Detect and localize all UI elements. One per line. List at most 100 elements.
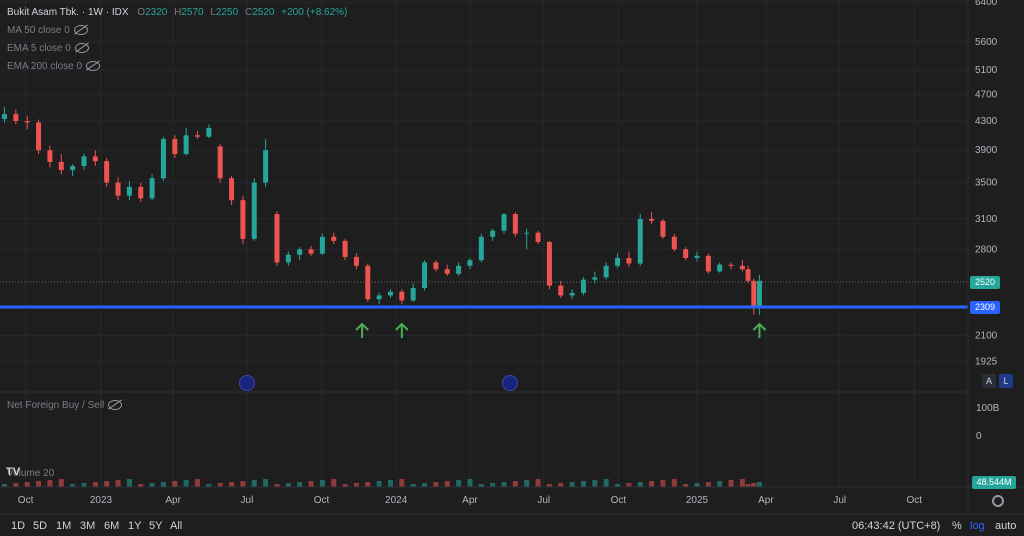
- candle-body: [717, 264, 723, 272]
- candle-body: [422, 262, 428, 289]
- candle-body: [251, 182, 257, 239]
- indicator-label: EMA 5 close 0: [7, 43, 71, 54]
- auto-scale-button[interactable]: A: [982, 374, 996, 388]
- candle-body: [433, 262, 439, 270]
- candle-body: [81, 156, 87, 166]
- candle-body: [660, 220, 666, 237]
- candle-body: [626, 257, 632, 264]
- candle-body: [206, 128, 212, 137]
- candle-body: [456, 265, 462, 274]
- clock-time[interactable]: 06:43:42 (UTC+8): [852, 520, 940, 532]
- high-value: 2570: [181, 7, 204, 18]
- candle-body: [739, 265, 745, 270]
- range-1d[interactable]: 1D: [11, 520, 25, 532]
- time-tick-label: Jul: [833, 495, 846, 506]
- range-1m[interactable]: 1M: [56, 520, 71, 532]
- candle-body: [558, 285, 564, 296]
- volume-bar: [637, 482, 643, 487]
- candle-body: [138, 186, 144, 199]
- candle-body: [728, 264, 734, 266]
- symbol-legend[interactable]: Bukit Asam Tbk. · 1W · IDX O2320 H2570 L…: [7, 7, 347, 18]
- candle-body: [546, 241, 552, 286]
- volume-bar: [149, 483, 155, 487]
- volume-bar: [251, 480, 257, 487]
- candle-body: [478, 236, 484, 261]
- candle-body: [756, 280, 762, 306]
- indicator-ema200[interactable]: EMA 200 close 0: [7, 61, 101, 72]
- support-price-tag[interactable]: 2309: [970, 301, 1000, 314]
- volume-bar: [263, 479, 269, 487]
- percent-toggle[interactable]: %: [952, 520, 962, 532]
- volume-bar: [308, 481, 314, 487]
- volume-bar: [580, 481, 586, 487]
- volume-bar: [626, 483, 632, 487]
- time-tick-label: 2023: [90, 495, 113, 506]
- foreign-axis-0: 0: [976, 431, 982, 442]
- price-tick-label: 3900: [975, 145, 998, 156]
- range-5y[interactable]: 5Y: [149, 520, 162, 532]
- candle-body: [24, 121, 30, 123]
- volume-bar: [172, 481, 178, 487]
- close-value: 2520: [252, 7, 275, 18]
- range-3m[interactable]: 3M: [80, 520, 95, 532]
- time-tick-label: Oct: [314, 495, 330, 506]
- volume-bar: [194, 479, 200, 487]
- volume-bar: [444, 481, 450, 487]
- dividend-event-icon[interactable]: [502, 375, 518, 391]
- symbol-title: Bukit Asam Tbk. · 1W · IDX: [7, 7, 129, 18]
- range-5d[interactable]: 5D: [33, 520, 47, 532]
- volume-bar: [365, 482, 371, 487]
- volume-bar: [705, 482, 711, 487]
- candle-body: [274, 214, 280, 263]
- change-value: +200 (+8.62%): [281, 7, 348, 18]
- eye-hidden-icon[interactable]: [73, 25, 88, 36]
- foreign-axis-100b: 100B: [976, 403, 1000, 414]
- candle-body: [172, 138, 178, 155]
- auto-toggle[interactable]: auto: [995, 520, 1016, 532]
- price-tick-label: 2100: [975, 330, 998, 341]
- volume-bar: [671, 479, 677, 487]
- volume-bar: [524, 480, 530, 487]
- eye-hidden-icon[interactable]: [74, 43, 89, 54]
- candle-body: [126, 186, 132, 196]
- time-tick-label: Jul: [537, 495, 550, 506]
- volume-bar: [456, 480, 462, 487]
- candle-body: [694, 255, 700, 258]
- dividend-event-icon[interactable]: [239, 375, 255, 391]
- price-chart[interactable]: 6400 5600 5100 4700 4300 3900 3500 3100 2800 2100…: [0, 0, 1024, 536]
- price-tick-label: 2800: [975, 244, 998, 255]
- price-tick-label: 4700: [975, 89, 998, 100]
- volume-bar: [104, 481, 110, 487]
- range-6m[interactable]: 6M: [104, 520, 119, 532]
- foreign-flow-legend[interactable]: Net Foreign Buy / Sell: [7, 400, 123, 411]
- candle-body: [240, 200, 246, 239]
- range-1y[interactable]: 1Y: [128, 520, 141, 532]
- volume-bar: [92, 482, 98, 487]
- log-scale-button[interactable]: L: [999, 374, 1013, 388]
- indicator-ema5[interactable]: EMA 5 close 0: [7, 43, 89, 54]
- volume-tag: 48.544M: [972, 476, 1016, 489]
- foreign-flow-label: Net Foreign Buy / Sell: [7, 400, 105, 411]
- volume-bar: [558, 483, 564, 487]
- volume-bar: [36, 481, 42, 487]
- settings-gear-icon[interactable]: [992, 495, 1004, 507]
- candle-body: [524, 232, 530, 234]
- tradingview-logo: TV: [6, 466, 21, 478]
- volume-bar: [229, 482, 235, 487]
- volume-bar: [717, 481, 723, 487]
- log-toggle[interactable]: log: [970, 520, 985, 532]
- eye-hidden-icon[interactable]: [86, 61, 101, 72]
- volume-bar: [240, 481, 246, 487]
- candle-body: [36, 122, 42, 151]
- price-tick-label: 3500: [975, 178, 998, 189]
- price-tick-label: 1925: [975, 356, 998, 367]
- volume-bar: [569, 482, 575, 487]
- range-all[interactable]: All: [170, 520, 182, 532]
- eye-hidden-icon[interactable]: [108, 400, 123, 411]
- indicator-label: MA 50 close 0: [7, 25, 70, 36]
- time-tick-label: Apr: [758, 495, 774, 506]
- candle-body: [671, 236, 677, 250]
- indicator-ma50[interactable]: MA 50 close 0: [7, 25, 88, 36]
- volume-bar: [433, 482, 439, 487]
- candle-body: [751, 280, 757, 306]
